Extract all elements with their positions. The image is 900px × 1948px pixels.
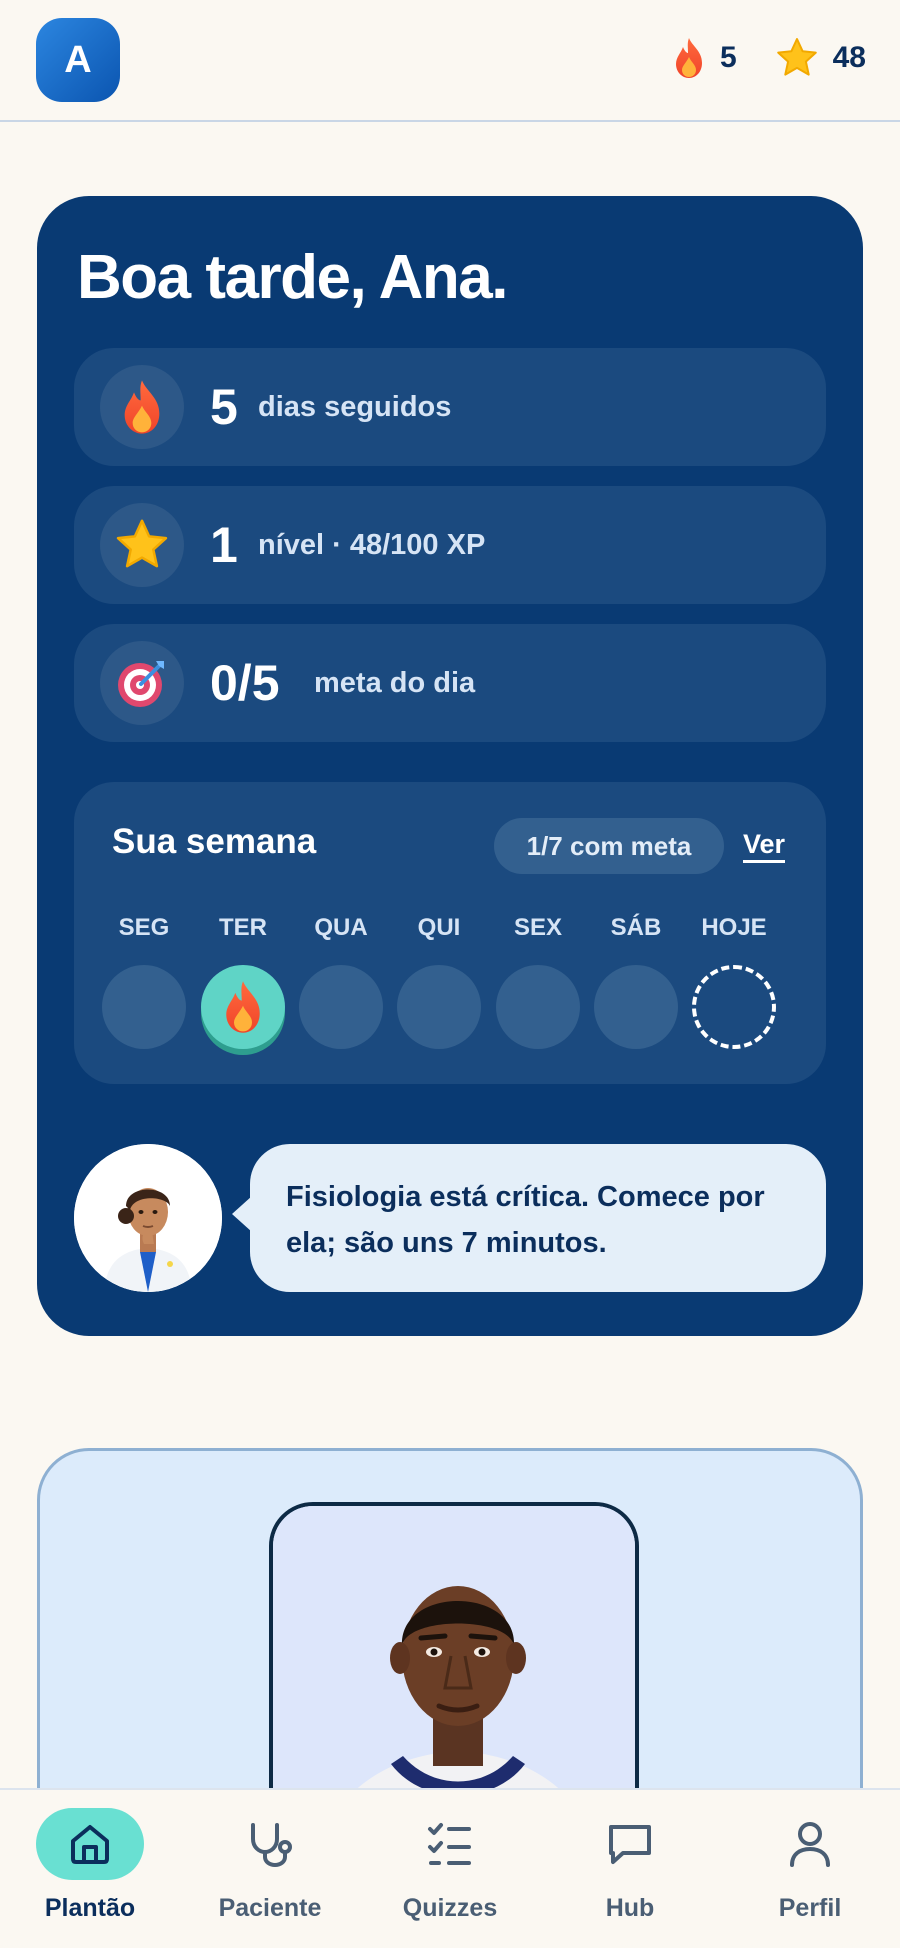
- day-label-qui: QUI: [417, 914, 461, 941]
- streak-label: dias seguidos: [258, 390, 452, 423]
- flame-icon: [675, 38, 702, 78]
- goal-value: 0/5: [210, 655, 280, 711]
- day-label-qua: QUA: [314, 914, 368, 941]
- streak-stat[interactable]: 5 dias seguidos: [74, 348, 826, 466]
- avatar[interactable]: A: [36, 18, 120, 102]
- target-icon: [100, 641, 184, 725]
- level-stat[interactable]: 1 nível · 48/100 XP: [74, 486, 826, 604]
- stethoscope-icon: [216, 1808, 324, 1880]
- xp-count: 48: [832, 41, 866, 74]
- day-dot-sab: [594, 965, 678, 1049]
- checklist-icon: [396, 1808, 504, 1880]
- star-icon: [776, 38, 817, 76]
- xp-counter[interactable]: 48: [775, 36, 866, 80]
- streak-count: 5: [719, 41, 737, 74]
- flame-icon: [100, 365, 184, 449]
- nav-item-quizzes[interactable]: Quizzes: [360, 1808, 540, 1938]
- week-panel: Sua semana 1/7 com meta Ver SEG TER QUA …: [74, 782, 826, 1084]
- user-icon: [756, 1808, 864, 1880]
- nav-label: Plantão: [44, 1894, 136, 1922]
- day-label-sex: SEX: [513, 914, 563, 941]
- top-stats: 5 48: [672, 36, 866, 80]
- flame-icon: [226, 981, 260, 1033]
- daily-goal-stat[interactable]: 0/5 meta do dia: [74, 624, 826, 742]
- greeting: Boa tarde, Ana.: [77, 243, 508, 312]
- nav-label: Quizzes: [402, 1894, 498, 1922]
- day-dot-hoje: [692, 965, 776, 1049]
- week-title: Sua semana: [112, 822, 317, 861]
- day-dot-ter: [201, 965, 285, 1049]
- day-dot-seg: [102, 965, 186, 1049]
- nav-item-plantao[interactable]: Plantão: [0, 1808, 180, 1938]
- week-summary-badge: 1/7 com meta: [494, 818, 724, 874]
- avatar-initial: A: [64, 38, 92, 81]
- hero-card: Boa tarde, Ana. 5 dias seguidos 1 nível …: [37, 196, 863, 1336]
- nav-label: Hub: [605, 1894, 655, 1922]
- day-dot-sex: [496, 965, 580, 1049]
- day-label-hoje: HOJE: [701, 914, 767, 941]
- goal-label: meta do dia: [314, 666, 476, 699]
- mentor-tip-bubble: Fisiologia está crítica. Comece por ela;…: [232, 1144, 826, 1292]
- week-view-link[interactable]: Ver: [743, 830, 786, 863]
- nav-label: Perfil: [778, 1894, 842, 1922]
- nav-item-hub[interactable]: Hub: [540, 1808, 720, 1938]
- level-value: 1: [210, 517, 238, 573]
- top-bar: A 5 48: [0, 0, 900, 122]
- bottom-nav: Plantão Paciente Quizzes Hub Perfil: [0, 1788, 900, 1948]
- nav-item-perfil[interactable]: Perfil: [720, 1808, 900, 1938]
- level-label: nível · 48/100 XP: [258, 528, 486, 561]
- home-icon: [36, 1808, 144, 1880]
- mentor-avatar: [74, 1144, 222, 1292]
- streak-counter[interactable]: 5: [672, 37, 737, 79]
- streak-value: 5: [210, 379, 238, 435]
- day-dot-qui: [397, 965, 481, 1049]
- day-label-ter: TER: [219, 914, 267, 941]
- chat-icon: [576, 1808, 684, 1880]
- day-label-sab: SÁB: [610, 914, 662, 941]
- nav-label: Paciente: [218, 1894, 322, 1922]
- day-label-seg: SEG: [118, 914, 170, 941]
- day-dot-qua: [299, 965, 383, 1049]
- nav-item-paciente[interactable]: Paciente: [180, 1808, 360, 1938]
- star-icon: [100, 503, 184, 587]
